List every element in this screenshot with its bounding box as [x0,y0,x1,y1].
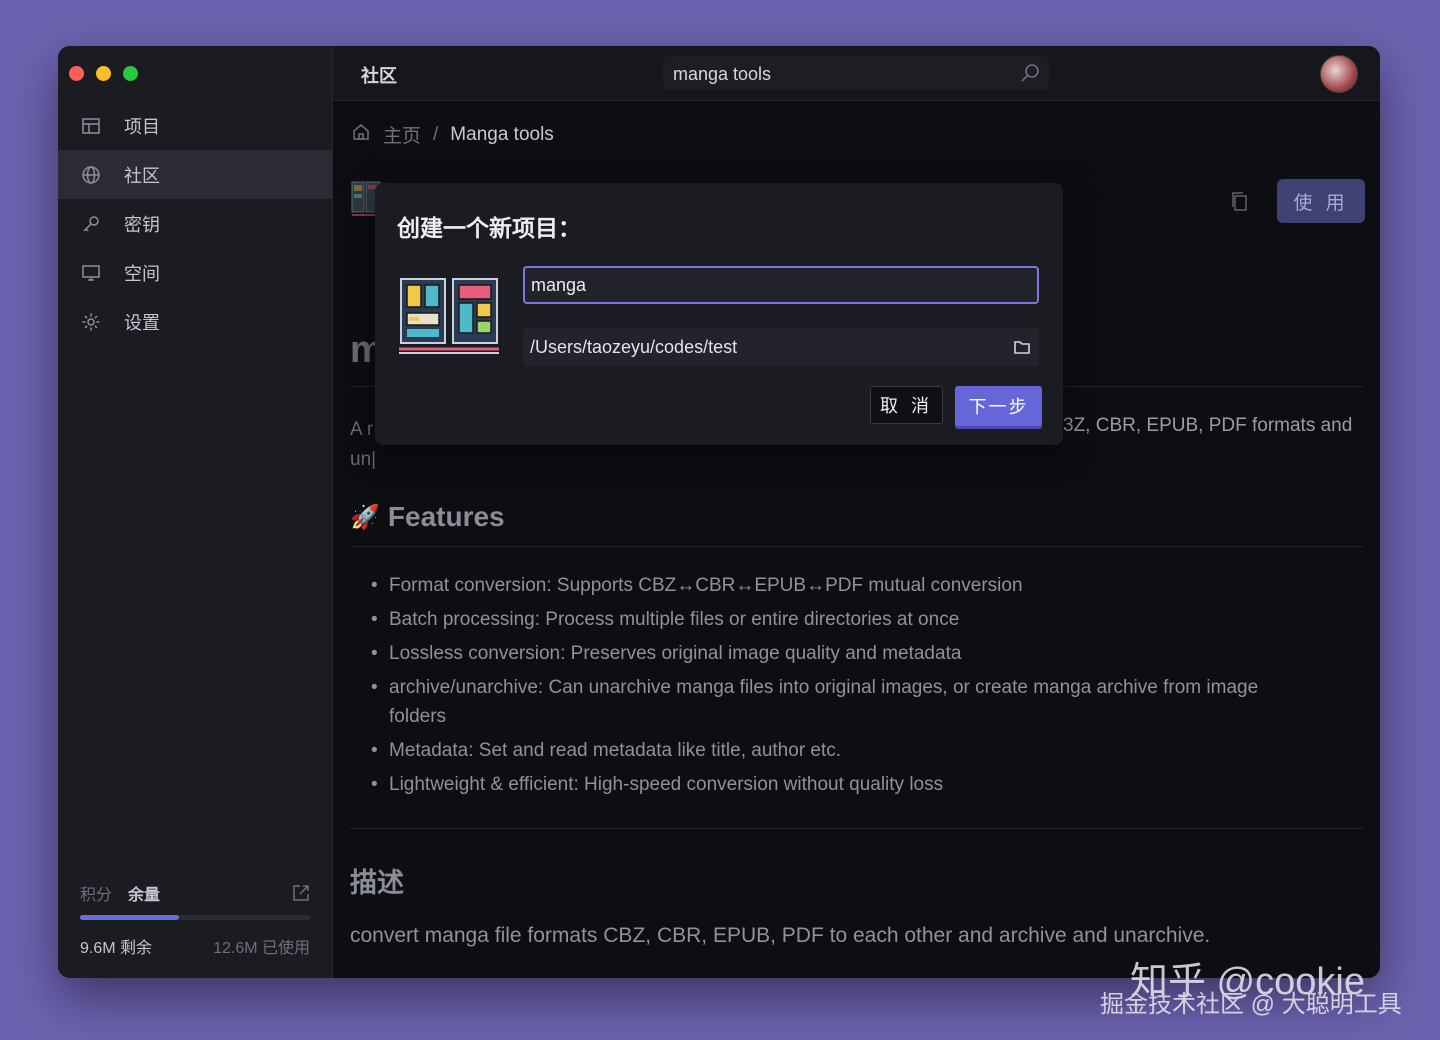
project-path-field[interactable]: /Users/taozeyu/codes/test [523,328,1039,366]
external-link-icon[interactable] [292,884,310,902]
minimize-window-button[interactable] [96,66,111,81]
list-item: Batch processing: Process multiple files… [371,605,1301,634]
sidebar-item-settings[interactable]: 设置 [58,297,332,346]
description-section-text: convert manga file formats CBZ, CBR, EPU… [350,924,1211,947]
avatar[interactable] [1320,55,1358,93]
page-title: 社区 [361,66,397,86]
features-list: Format conversion: Supports CBZ↔CBR↔EPUB… [371,571,1301,804]
description-line: un| [350,449,377,470]
top-bar: 社区 [333,46,1380,101]
sidebar-item-projects[interactable]: 项目 [58,101,332,150]
sidebar-item-community[interactable]: 社区 [58,150,332,199]
search-box[interactable] [663,56,1049,92]
list-item: Lightweight & efficient: High-speed conv… [371,770,1301,799]
usage-panel: 积分 余量 9.6M 剩余 12.6M 已使用 [80,882,310,958]
list-item: archive/unarchive: Can unarchive manga f… [371,673,1301,731]
rocket-icon: 🚀 [350,503,380,531]
remaining-quota: 9.6M 剩余 [80,940,153,957]
use-button[interactable]: 使 用 [1277,179,1365,223]
breadcrumb-current: Manga tools [450,123,554,145]
used-quota: 12.6M 已使用 [213,940,310,957]
project-logo-icon [399,278,499,354]
balance-tab[interactable]: 余量 [128,881,160,905]
copy-icon[interactable] [1229,191,1251,213]
close-window-button[interactable] [69,66,84,81]
usage-progress-bar [80,915,310,920]
features-heading: 🚀 Features [350,501,505,533]
sidebar-item-label: 设置 [124,312,160,333]
new-project-dialog: 创建一个新项目： /Users/taozeyu/codes/test 取 消 下… [375,183,1063,445]
project-description-partial: A r un| [350,415,376,475]
list-item: Format conversion: Supports CBZ↔CBR↔EPUB… [371,571,1301,600]
folder-icon[interactable] [1013,338,1031,356]
description-line: A r [350,419,374,440]
breadcrumb-home[interactable]: 主页 [383,121,421,148]
sidebar-item-label: 密钥 [124,214,160,235]
home-icon[interactable] [351,122,371,148]
globe-icon [80,164,102,186]
gear-icon [80,311,102,333]
sidebar-item-label: 社区 [124,165,160,186]
project-path-value: /Users/taozeyu/codes/test [530,337,738,357]
search-icon[interactable] [1019,62,1041,84]
features-title: Features [387,501,505,532]
divider [350,828,1363,829]
sidebar-item-space[interactable]: 空间 [58,248,332,297]
usage-progress-fill [80,915,179,920]
project-name-input[interactable] [523,266,1039,304]
breadcrumb-separator: / [433,123,439,145]
sidebar: 项目 社区 密钥 空间 设置 积分 余量 9.6M 剩余 12.6M 已使用 [58,46,333,978]
list-item: Lossless conversion: Preserves original … [371,639,1301,668]
window-controls [69,66,138,81]
sidebar-item-label: 项目 [124,116,160,137]
sidebar-item-label: 空间 [124,263,160,284]
monitor-icon [80,262,102,284]
next-button[interactable]: 下一步 [955,386,1042,426]
dialog-title: 创建一个新项目： [397,215,581,241]
divider [350,546,1363,547]
watermark-line: 掘金技术社区 @ 大聪明工具 [1100,991,1402,1018]
cancel-button[interactable]: 取 消 [870,386,943,424]
sidebar-nav: 项目 社区 密钥 空间 设置 [58,101,332,346]
zoom-window-button[interactable] [123,66,138,81]
project-description-visible: 3Z, CBR, EPUB, PDF formats and [1063,415,1353,436]
list-item: Metadata: Set and read metadata like tit… [371,736,1301,765]
sidebar-item-keys[interactable]: 密钥 [58,199,332,248]
description-section-title: 描述 [350,868,404,898]
key-icon [80,213,102,235]
breadcrumb: 主页 / Manga tools [351,121,554,148]
search-input[interactable] [671,56,1005,92]
grid-icon [80,115,102,137]
points-tab[interactable]: 积分 [80,881,112,905]
